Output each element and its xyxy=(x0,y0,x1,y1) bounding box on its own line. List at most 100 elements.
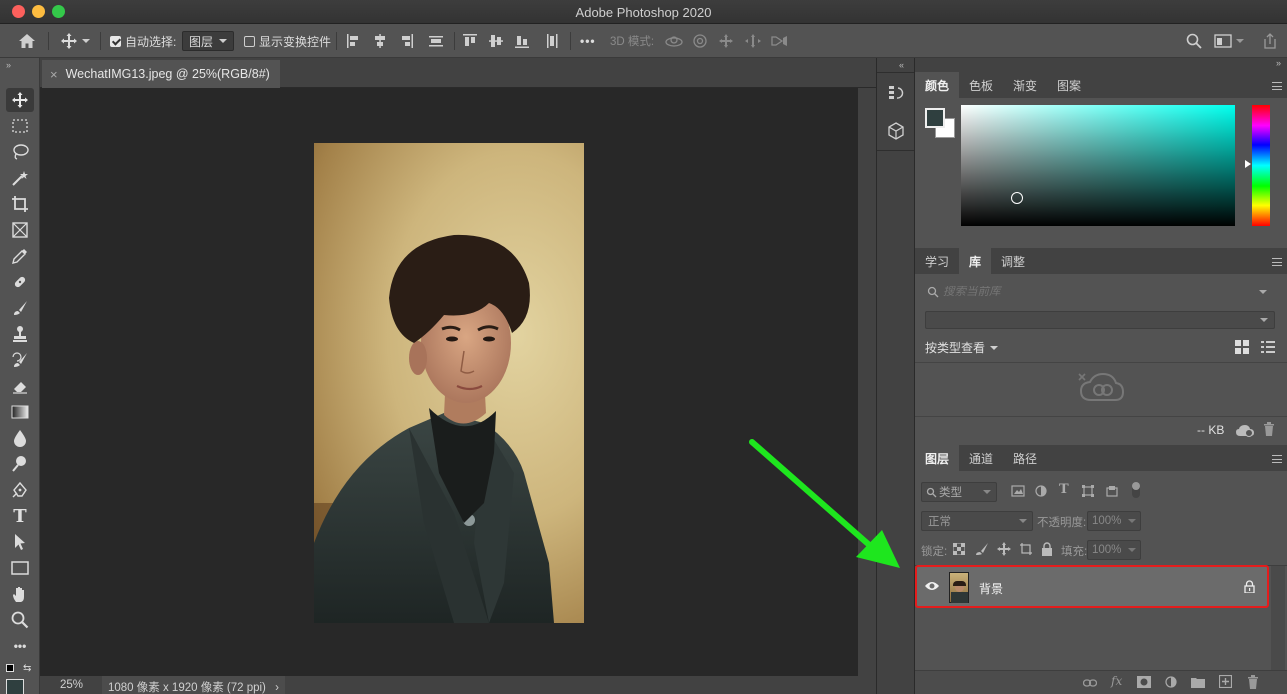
add-mask-icon[interactable] xyxy=(1137,676,1151,691)
new-group-icon[interactable] xyxy=(1191,676,1205,691)
align-top-edges-icon[interactable] xyxy=(462,24,478,58)
tab-swatches[interactable]: 色板 xyxy=(959,72,1003,98)
clone-stamp-tool-icon[interactable] xyxy=(6,322,34,346)
list-view-icon[interactable] xyxy=(1261,340,1275,357)
lock-artboard-icon[interactable] xyxy=(1019,542,1033,559)
roll-3d-icon[interactable] xyxy=(692,24,708,58)
show-transform-checkbox[interactable]: 显示变换控件 xyxy=(244,24,331,58)
tab-channels[interactable]: 通道 xyxy=(959,445,1003,471)
layer-effects-button[interactable]: fx xyxy=(1111,674,1122,688)
fill-input[interactable]: 100% xyxy=(1087,540,1141,560)
scale-3d-icon[interactable] xyxy=(770,24,788,58)
tab-learn[interactable]: 学习 xyxy=(915,248,959,274)
more-options-button[interactable]: ••• xyxy=(580,24,596,58)
filter-adjustment-icon[interactable] xyxy=(1035,485,1047,500)
lasso-tool-icon[interactable] xyxy=(6,140,34,164)
link-layers-icon[interactable] xyxy=(1082,677,1098,691)
history-brush-tool-icon[interactable] xyxy=(6,348,34,372)
color-swatches[interactable]: ⇆ xyxy=(4,662,34,694)
collapse-icon[interactable]: » xyxy=(6,60,11,70)
eraser-tool-icon[interactable] xyxy=(6,374,34,398)
healing-brush-tool-icon[interactable] xyxy=(6,270,34,294)
crop-tool-icon[interactable] xyxy=(6,192,34,216)
panel-menu-icon[interactable] xyxy=(1272,455,1282,463)
history-panel-icon[interactable] xyxy=(883,80,909,106)
edit-toolbar-icon[interactable]: ••• xyxy=(6,634,34,658)
layer-filter-dropdown[interactable]: 类型 xyxy=(921,482,997,502)
view-by-dropdown[interactable]: 按类型查看 xyxy=(925,339,999,356)
brush-tool-icon[interactable] xyxy=(6,296,34,320)
close-tab-icon[interactable]: × xyxy=(50,67,58,82)
orbit-3d-icon[interactable] xyxy=(664,24,684,58)
zoom-tool-icon[interactable] xyxy=(6,608,34,632)
blur-tool-icon[interactable] xyxy=(6,426,34,450)
tab-layers[interactable]: 图层 xyxy=(915,445,960,471)
distribute-icon[interactable] xyxy=(428,24,444,58)
trash-icon[interactable] xyxy=(1263,422,1275,439)
document-image[interactable] xyxy=(314,143,584,623)
align-horizontal-centers-icon[interactable] xyxy=(372,24,388,58)
foreground-color-swatch[interactable] xyxy=(6,679,24,694)
vertical-scrollbar[interactable] xyxy=(858,88,876,676)
hue-slider[interactable] xyxy=(1252,105,1270,226)
search-icon[interactable] xyxy=(1186,24,1202,58)
tab-color[interactable]: 颜色 xyxy=(915,72,960,98)
grid-view-icon[interactable] xyxy=(1235,340,1249,357)
new-layer-icon[interactable] xyxy=(1218,674,1233,691)
filter-shape-icon[interactable] xyxy=(1082,485,1094,500)
cloud-sync-icon[interactable] xyxy=(1235,423,1255,440)
chevron-down-icon[interactable] xyxy=(1259,290,1267,294)
align-bottom-edges-icon[interactable] xyxy=(514,24,530,58)
distribute-vertical-icon[interactable] xyxy=(544,24,560,58)
move-tool-preset-picker[interactable] xyxy=(60,24,90,58)
filter-pixel-icon[interactable] xyxy=(1011,485,1025,500)
eyedropper-tool-icon[interactable] xyxy=(6,244,34,268)
lock-icon[interactable] xyxy=(1244,580,1255,596)
frame-tool-icon[interactable] xyxy=(6,218,34,242)
layers-scrollbar[interactable] xyxy=(1271,566,1285,670)
default-colors-icon[interactable] xyxy=(6,664,14,672)
delete-layer-icon[interactable] xyxy=(1247,675,1259,692)
chevron-down-icon[interactable] xyxy=(1236,24,1244,58)
magic-wand-tool-icon[interactable] xyxy=(6,166,34,190)
visibility-eye-icon[interactable] xyxy=(924,580,940,595)
auto-select-checkbox[interactable]: 自动选择: xyxy=(110,24,176,58)
color-picker-handle[interactable] xyxy=(1011,192,1023,204)
lock-position-icon[interactable] xyxy=(997,542,1011,559)
tab-paths[interactable]: 路径 xyxy=(1003,445,1047,471)
filter-type-icon[interactable]: T xyxy=(1059,482,1069,497)
workspace-icon[interactable] xyxy=(1214,24,1232,58)
blend-mode-dropdown[interactable]: 正常 xyxy=(921,511,1033,531)
align-vertical-centers-icon[interactable] xyxy=(488,24,504,58)
tab-adjustments[interactable]: 调整 xyxy=(991,248,1035,274)
align-right-edges-icon[interactable] xyxy=(398,24,414,58)
dodge-tool-icon[interactable] xyxy=(6,452,34,476)
swap-colors-icon[interactable]: ⇆ xyxy=(23,663,31,674)
tab-gradients[interactable]: 渐变 xyxy=(1003,72,1047,98)
path-selection-tool-icon[interactable] xyxy=(6,530,34,554)
filter-toggle[interactable] xyxy=(1132,482,1140,498)
opacity-input[interactable]: 100% xyxy=(1087,511,1141,531)
document-tab[interactable]: × WechatIMG13.jpeg @ 25%(RGB/8#) xyxy=(42,60,280,88)
layer-row-background[interactable]: 背景 xyxy=(915,565,1269,608)
hue-slider-handle[interactable] xyxy=(1245,160,1251,168)
zoom-level[interactable]: 25% xyxy=(60,679,83,691)
expand-icon[interactable]: « xyxy=(899,60,904,70)
gradient-tool-icon[interactable] xyxy=(6,400,34,424)
move-tool-icon[interactable] xyxy=(6,88,34,112)
document-info[interactable]: 1080 像素 x 1920 像素 (72 ppi) › xyxy=(102,676,285,694)
tab-patterns[interactable]: 图案 xyxy=(1047,72,1091,98)
panel-menu-icon[interactable] xyxy=(1272,82,1282,90)
slide-3d-icon[interactable] xyxy=(744,24,762,58)
type-tool-icon[interactable]: T xyxy=(6,504,34,528)
library-search-input[interactable] xyxy=(943,286,1253,298)
lock-image-pixels-icon[interactable] xyxy=(975,542,989,559)
hand-tool-icon[interactable] xyxy=(6,582,34,606)
panel-menu-icon[interactable] xyxy=(1272,258,1282,266)
foreground-color-swatch[interactable] xyxy=(925,108,945,128)
marquee-tool-icon[interactable] xyxy=(6,114,34,138)
color-field[interactable] xyxy=(961,105,1235,226)
library-select-dropdown[interactable] xyxy=(925,311,1275,329)
pen-tool-icon[interactable] xyxy=(6,478,34,502)
new-adjustment-layer-icon[interactable] xyxy=(1165,676,1177,691)
